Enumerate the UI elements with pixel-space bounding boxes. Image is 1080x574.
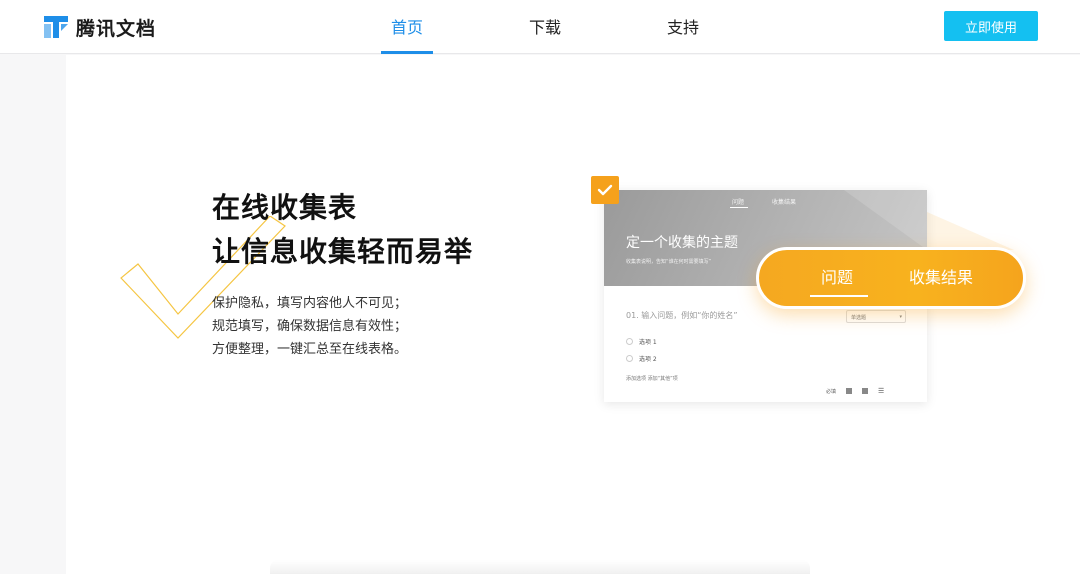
preview-required-label: 必填 — [826, 388, 837, 395]
copy-icon — [846, 388, 853, 394]
preview-option-2: 选项 2 — [626, 354, 657, 363]
hero-description: 保护隐私，填写内容他人不可见； 规范填写，确保数据信息有效性； 方便整理，一键汇… — [212, 292, 407, 361]
check-icon — [591, 176, 619, 204]
preview-tab-indicator — [730, 207, 748, 208]
nav-item-home[interactable]: 首页 — [377, 14, 437, 38]
pill-tab-results[interactable]: 收集结果 — [909, 264, 973, 288]
preview-form-subtitle: 收集表说明，告知“谁在何时需要填写” — [626, 259, 712, 265]
headline-line-2: 让信息收集轻而易举 — [212, 235, 474, 268]
preview-form-title: 定一个收集的主题 — [626, 235, 738, 251]
radio-icon — [626, 338, 633, 345]
nav-item-support[interactable]: 支持 — [653, 14, 713, 38]
nav-active-indicator — [381, 51, 433, 54]
preview-question-type-select: 单选题 ▾ — [846, 310, 906, 323]
preview-add-option: 添加选项 添加“其他”项 — [626, 376, 678, 382]
chevron-down-icon: ▾ — [899, 314, 902, 320]
preview-tab-questions: 问题 — [732, 199, 745, 206]
brand-name: 腾讯文档 — [76, 17, 157, 40]
trash-icon — [862, 388, 869, 394]
check-mark-glyph — [597, 184, 613, 196]
nav-item-download[interactable]: 下载 — [515, 14, 575, 38]
preview-question: 01. 输入问题，例如“你的姓名” — [626, 311, 738, 320]
preview-option-label: 选项 1 — [639, 339, 657, 346]
desc-line-validation: 规范填写，确保数据信息有效性； — [212, 319, 408, 334]
tencent-docs-logo-icon — [44, 16, 68, 38]
desc-line-privacy: 保护隐私，填写内容他人不可见； — [212, 296, 408, 311]
preview-option-label: 选项 2 — [639, 356, 657, 363]
pill-active-indicator — [810, 295, 868, 297]
brand-logo[interactable]: 腾讯文档 — [42, 14, 156, 40]
headline-line-1: 在线收集表 — [212, 191, 358, 224]
pill-tab-questions[interactable]: 问题 — [821, 264, 853, 288]
use-now-button[interactable]: 立即使用 — [944, 11, 1038, 41]
preview-tab-results: 收集结果 — [772, 199, 797, 206]
question-results-tab-pill: 问题 收集结果 — [756, 247, 1026, 309]
preview-toolbar: 必填 ☰ — [826, 387, 884, 395]
preview-question-type-label: 单选题 — [851, 315, 867, 321]
menu-icon: ☰ — [878, 387, 885, 395]
radio-icon — [626, 355, 633, 362]
preview-option-1: 选项 1 — [626, 337, 657, 346]
desc-line-summary: 方便整理，一键汇总至在线表格。 — [212, 342, 408, 357]
next-section-edge — [270, 560, 810, 574]
top-nav-bar: 腾讯文档 首页 下载 支持 立即使用 — [0, 0, 1080, 54]
hero-headline: 在线收集表 让信息收集轻而易举 — [212, 186, 473, 274]
